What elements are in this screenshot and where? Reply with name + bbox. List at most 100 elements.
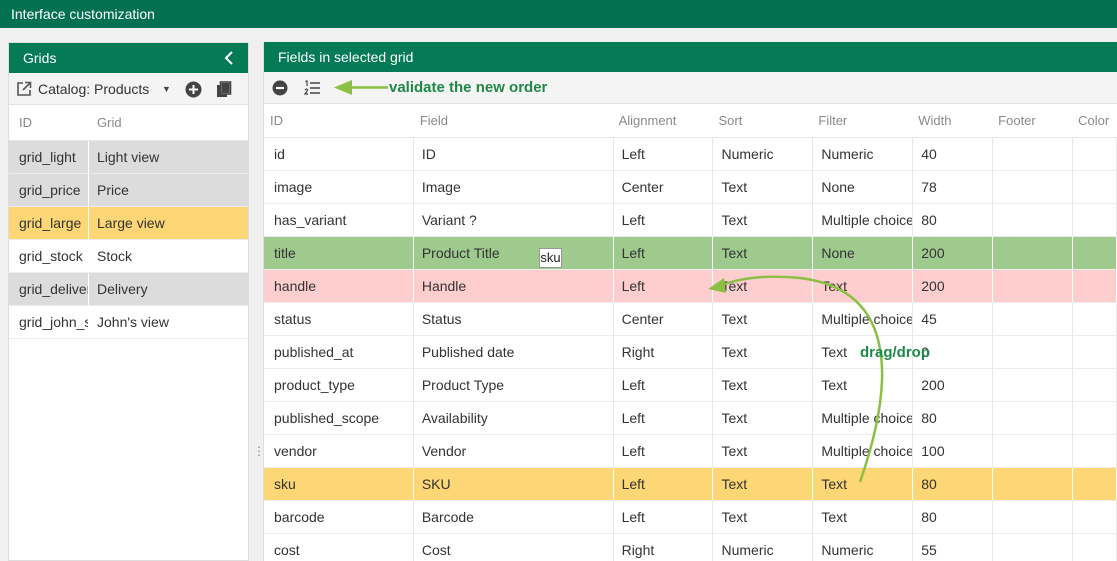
field-row-sort: Text xyxy=(713,402,814,434)
grid-row-id: grid_stock xyxy=(9,240,89,272)
field-row-field: Availability xyxy=(414,402,614,434)
field-row[interactable]: barcode Barcode Left Text Text 80 xyxy=(264,501,1117,534)
field-row-filter: Text xyxy=(813,270,914,302)
field-row[interactable]: published_at Published date Right Text Text 0 xyxy=(264,336,1117,369)
col-header-field[interactable]: Field xyxy=(414,104,614,137)
grids-panel-title: Grids xyxy=(23,50,57,66)
field-row-alignment: Left xyxy=(614,237,714,269)
field-row-width: 80 xyxy=(913,402,994,434)
field-row-sort: Text xyxy=(713,435,814,467)
edit-grid-button[interactable] xyxy=(16,73,32,105)
field-row-filter: Multiple choice xyxy=(813,303,914,335)
field-row-filter: Numeric xyxy=(813,534,914,561)
add-grid-button[interactable] xyxy=(185,73,202,105)
field-row[interactable]: title Product Title Left Text None 200 xyxy=(264,237,1117,270)
field-row-alignment: Left xyxy=(614,138,714,170)
field-row[interactable]: handle Handle Left Text Text 200 xyxy=(264,270,1117,303)
field-row[interactable]: has_variant Variant ? Left Text Multiple cho… xyxy=(264,204,1117,237)
collapse-panel-button[interactable] xyxy=(222,43,238,73)
drag-drop-annotation: drag/drop xyxy=(860,344,930,361)
field-row-filter: Multiple choice xyxy=(813,204,914,236)
field-row-color xyxy=(1073,303,1117,335)
field-row-sort: Text xyxy=(713,468,814,500)
field-row-color xyxy=(1073,171,1117,203)
field-row[interactable]: sku SKU Left Text Text 80 xyxy=(264,468,1117,501)
col-header-sort[interactable]: Sort xyxy=(713,104,813,137)
chevron-left-icon xyxy=(224,51,233,65)
panel-splitter[interactable]: ⋮ xyxy=(253,443,265,459)
field-row-field: SKU xyxy=(414,468,614,500)
field-row[interactable]: image Image Center Text None 78 xyxy=(264,171,1117,204)
field-row-sort: Text xyxy=(713,336,814,368)
field-row-field: Image xyxy=(414,171,614,203)
field-row-footer xyxy=(993,204,1074,236)
field-row-id: sku xyxy=(264,468,414,500)
field-row-field: Barcode xyxy=(414,501,614,533)
catalog-dropdown-toggle[interactable]: ▼ xyxy=(162,73,171,105)
field-row-id: cost xyxy=(264,534,414,561)
col-header-grid[interactable]: Grid xyxy=(89,105,122,140)
field-row[interactable]: cost Cost Right Numeric Numeric 55 xyxy=(264,534,1117,561)
field-row[interactable]: id ID Left Numeric Numeric 40 xyxy=(264,138,1117,171)
field-row[interactable]: product_type Product Type Left Text Text 200 xyxy=(264,369,1117,402)
field-row-id: vendor xyxy=(264,435,414,467)
drag-ghost: sku xyxy=(539,248,562,268)
col-header-id[interactable]: ID xyxy=(9,105,89,140)
grid-row[interactable]: grid_stock Stock xyxy=(9,240,248,273)
field-row-color xyxy=(1073,204,1117,236)
field-row-alignment: Left xyxy=(614,204,714,236)
field-row-color xyxy=(1073,435,1117,467)
field-row-id: product_type xyxy=(264,369,414,401)
col-header-filter[interactable]: Filter xyxy=(813,104,913,137)
field-row-footer xyxy=(993,501,1074,533)
field-row-footer xyxy=(993,270,1074,302)
field-row[interactable]: status Status Center Text Multiple choice 45 xyxy=(264,303,1117,336)
field-row-sort: Text xyxy=(713,237,814,269)
grid-row[interactable]: grid_delivery Delivery xyxy=(9,273,248,306)
field-row-color xyxy=(1073,270,1117,302)
field-row-footer xyxy=(993,369,1074,401)
col-header-color[interactable]: Color xyxy=(1073,104,1117,137)
field-row-field: ID xyxy=(414,138,614,170)
field-row-color xyxy=(1073,138,1117,170)
field-row-footer xyxy=(993,237,1074,269)
catalog-select[interactable]: Catalog: Products xyxy=(38,73,149,105)
field-row[interactable]: published_scope Availability Left Text Multi… xyxy=(264,402,1117,435)
field-row-color xyxy=(1073,501,1117,533)
field-row-footer xyxy=(993,171,1074,203)
ordered-list-icon xyxy=(304,80,320,95)
fields-table-header: ID Field Alignment Sort Filter Width Foo… xyxy=(264,104,1117,138)
copy-grid-button[interactable] xyxy=(216,73,232,105)
field-row-field: Cost xyxy=(414,534,614,561)
field-row-sort: Text xyxy=(713,270,814,302)
grid-row[interactable]: grid_price Price xyxy=(9,174,248,207)
grid-row-name: Light view xyxy=(97,149,160,165)
col-header-field-id[interactable]: ID xyxy=(264,104,414,137)
grid-row-id: grid_delivery xyxy=(9,273,89,305)
fields-toolbar: validate the new order xyxy=(264,72,1117,104)
field-row-width: 100 xyxy=(913,435,994,467)
field-row-alignment: Left xyxy=(614,468,714,500)
col-header-alignment[interactable]: Alignment xyxy=(614,104,714,137)
field-row-id: id xyxy=(264,138,414,170)
field-row-color xyxy=(1073,402,1117,434)
validate-order-button[interactable] xyxy=(304,72,321,104)
grid-row-id: grid_price xyxy=(9,174,89,206)
field-row[interactable]: vendor Vendor Left Text Multiple choice 100 xyxy=(264,435,1117,468)
grid-row[interactable]: grid_john_s John's view xyxy=(9,306,248,339)
grid-row[interactable]: grid_large Large view xyxy=(9,207,248,240)
grid-row[interactable]: grid_light Light view xyxy=(9,141,248,174)
remove-field-button[interactable] xyxy=(272,72,288,104)
field-row-width: 200 xyxy=(913,237,994,269)
field-row-width: 78 xyxy=(913,171,994,203)
field-row-footer xyxy=(993,303,1074,335)
col-header-footer[interactable]: Footer xyxy=(993,104,1073,137)
field-row-id: published_scope xyxy=(264,402,414,434)
field-row-id: image xyxy=(264,171,414,203)
col-header-width[interactable]: Width xyxy=(913,104,993,137)
field-row-color xyxy=(1073,534,1117,561)
field-row-sort: Text xyxy=(713,501,814,533)
plus-circle-icon xyxy=(185,81,202,97)
grid-row-name: Price xyxy=(97,182,129,198)
validate-annotation: validate the new order xyxy=(389,79,548,96)
